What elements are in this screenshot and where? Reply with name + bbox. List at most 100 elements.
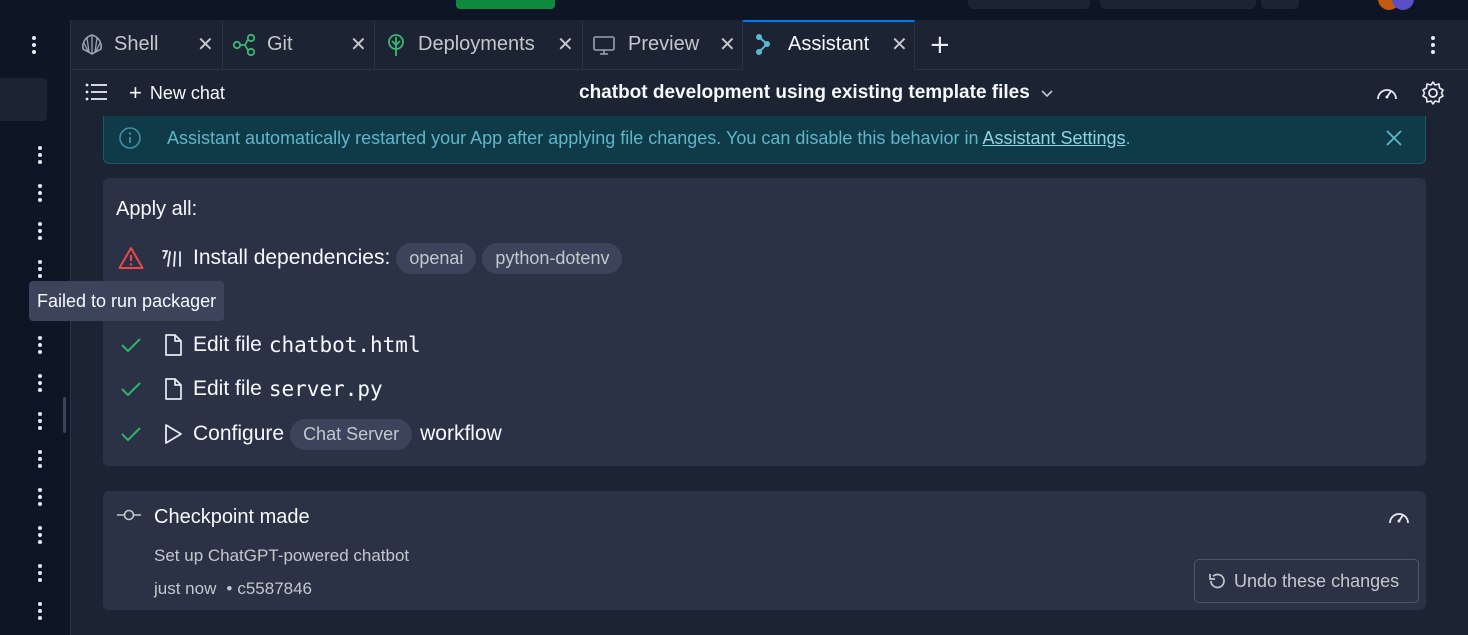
configure-label: Configure (193, 422, 285, 445)
undo-label: Undo these changes (1234, 570, 1400, 591)
gear-icon[interactable] (1420, 80, 1446, 106)
workflow-suffix: workflow (420, 422, 502, 445)
file-name[interactable]: server.py (269, 377, 383, 401)
more-options-icon[interactable] (32, 374, 48, 392)
tab-shell[interactable]: Shell ✕ (71, 20, 223, 70)
undo-changes-button[interactable]: Undo these changes (1194, 559, 1419, 603)
apply-all-card: Apply all: Install dependencies: openai … (103, 178, 1426, 466)
check-icon (121, 382, 141, 397)
more-options-icon[interactable] (32, 260, 48, 278)
checkpoint-time: just now (154, 579, 217, 598)
undo-icon (1209, 573, 1225, 589)
edit-file-label: Edit file (193, 377, 262, 400)
status-done (117, 375, 145, 403)
play-icon (165, 424, 182, 444)
status-done (117, 420, 145, 448)
more-options-icon[interactable] (32, 222, 48, 240)
checkpoint-description: Set up ChatGPT-powered chatbot (154, 546, 410, 565)
package-chip: python-dotenv (482, 242, 623, 274)
gauge-icon[interactable] (1375, 82, 1399, 104)
assistant-content: Assistant automatically restarted your A… (71, 116, 1468, 635)
more-options-icon[interactable] (32, 336, 48, 354)
panel-resize-handle[interactable] (63, 397, 66, 433)
new-chat-label: New chat (149, 82, 225, 103)
top-strip (0, 0, 1468, 20)
tab-menu-icon[interactable] (1425, 36, 1441, 54)
install-label: Install dependencies: (193, 246, 391, 269)
more-options-icon[interactable] (32, 526, 48, 544)
gauge-icon[interactable] (1387, 507, 1411, 527)
checkpoint-title: Checkpoint made (154, 506, 310, 528)
checkpoint-hash[interactable]: c5587846 (237, 579, 312, 598)
check-icon (121, 427, 141, 442)
assistant-settings-link[interactable]: Assistant Settings (983, 128, 1126, 148)
plus-icon: + (129, 80, 142, 105)
close-icon[interactable]: ✕ (557, 35, 574, 55)
tab-bar: Shell ✕ Git ✕ Deployments ✕ Preview ✕ As… (71, 20, 1468, 70)
tab-deployments[interactable]: Deployments ✕ (375, 20, 583, 70)
tab-assistant[interactable]: Assistant ✕ (743, 20, 915, 70)
run-button[interactable] (456, 0, 555, 9)
sidebar-menu-icon[interactable] (26, 36, 42, 54)
tab-label: Deployments (418, 33, 535, 55)
header-control[interactable] (968, 0, 1090, 9)
main-panel: Shell ✕ Git ✕ Deployments ✕ Preview ✕ As… (70, 20, 1468, 635)
checkpoint-card: Checkpoint made Set up ChatGPT-powered c… (103, 491, 1426, 610)
header-control[interactable] (1100, 0, 1256, 9)
info-icon (119, 127, 141, 149)
header-control[interactable] (1261, 0, 1299, 9)
edit-file-row: Edit file server.py (117, 369, 383, 409)
more-options-icon[interactable] (32, 184, 48, 202)
more-options-icon[interactable] (32, 146, 48, 164)
workflow-chip[interactable]: Chat Server (290, 418, 413, 450)
chat-history-icon[interactable] (85, 82, 109, 102)
banner-suffix: . (1125, 128, 1131, 148)
deployments-icon (388, 34, 404, 56)
avatar[interactable] (1392, 0, 1414, 10)
error-tooltip: Failed to run packager (29, 281, 225, 321)
more-options-icon[interactable] (32, 564, 48, 582)
package-chip: openai (396, 242, 477, 274)
edit-file-row: Edit file chatbot.html (117, 325, 421, 365)
more-options-icon[interactable] (32, 488, 48, 506)
chat-title-dropdown[interactable]: chatbot development using existing templ… (579, 82, 1054, 104)
more-options-icon[interactable] (32, 412, 48, 430)
more-options-icon[interactable] (32, 450, 48, 468)
new-tab-icon[interactable]: + (929, 32, 951, 58)
tab-git[interactable]: Git ✕ (223, 20, 375, 70)
monitor-icon (593, 36, 615, 55)
configure-workflow-row: Configure Chat Server workflow (117, 414, 502, 454)
new-chat-button[interactable]: + New chat (129, 81, 225, 105)
close-icon[interactable]: ✕ (197, 35, 214, 55)
banner-message: Assistant automatically restarted your A… (167, 128, 983, 148)
check-icon (121, 338, 141, 353)
apply-all-title: Apply all: (116, 198, 198, 220)
shell-icon (82, 34, 102, 55)
git-icon (232, 33, 256, 57)
tab-preview[interactable]: Preview ✕ (583, 20, 743, 70)
close-icon[interactable]: ✕ (350, 35, 367, 55)
commit-icon (117, 509, 141, 521)
file-icon (165, 378, 182, 400)
close-icon[interactable]: ✕ (891, 35, 908, 55)
close-icon[interactable] (1384, 128, 1404, 148)
tab-label: Shell (114, 33, 159, 55)
info-banner: Assistant automatically restarted your A… (103, 116, 1426, 164)
tab-label: Assistant (788, 33, 870, 55)
warning-icon (118, 247, 144, 269)
file-name[interactable]: chatbot.html (269, 333, 421, 357)
status-done (117, 331, 145, 359)
close-icon[interactable]: ✕ (719, 35, 736, 55)
chat-title: chatbot development using existing templ… (579, 82, 1030, 103)
tab-label: Git (267, 33, 293, 55)
left-sidebar (0, 20, 62, 635)
sidebar-selected-item[interactable] (0, 78, 47, 121)
banner-text: Assistant automatically restarted your A… (167, 128, 1131, 149)
install-dependencies-row: Install dependencies: openai python-dote… (117, 238, 623, 278)
file-icon (165, 334, 182, 356)
status-error[interactable] (117, 244, 145, 272)
tab-label: Preview (628, 33, 700, 55)
chevron-down-icon (1041, 90, 1053, 98)
more-options-icon[interactable] (32, 602, 48, 620)
separator: • (226, 579, 233, 598)
